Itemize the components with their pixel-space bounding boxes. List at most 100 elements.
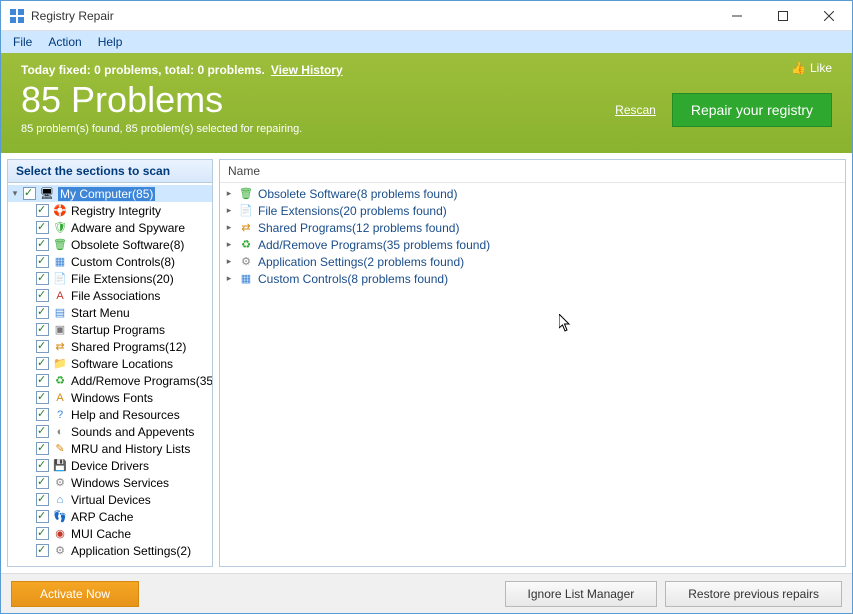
checkbox[interactable] bbox=[36, 289, 49, 302]
section-icon: ⌂ bbox=[52, 493, 68, 507]
menu-file[interactable]: File bbox=[5, 33, 40, 51]
view-history-link[interactable]: View History bbox=[271, 63, 343, 77]
tree-item[interactable]: ⇄Shared Programs(12) bbox=[8, 338, 212, 355]
expander-icon[interactable]: ▸ bbox=[224, 223, 234, 233]
sections-tree[interactable]: ▾🖥My Computer(85)🛟Registry Integrity🛡Adw… bbox=[8, 183, 212, 566]
result-row[interactable]: ▸⚙Application Settings(2 problems found) bbox=[224, 253, 841, 270]
checkbox[interactable] bbox=[36, 306, 49, 319]
expander-icon[interactable]: ▸ bbox=[224, 206, 234, 216]
checkbox[interactable] bbox=[36, 357, 49, 370]
checkbox[interactable] bbox=[36, 459, 49, 472]
expander-icon[interactable]: ▾ bbox=[10, 189, 20, 199]
tree-item-label: Help and Resources bbox=[71, 408, 180, 422]
checkbox[interactable] bbox=[36, 527, 49, 540]
activate-button[interactable]: Activate Now bbox=[11, 581, 139, 607]
result-icon: ⚙ bbox=[238, 255, 254, 269]
checkbox[interactable] bbox=[36, 510, 49, 523]
menu-action[interactable]: Action bbox=[40, 33, 89, 51]
checkbox[interactable] bbox=[36, 442, 49, 455]
tree-item-label: Windows Fonts bbox=[71, 391, 153, 405]
checkbox[interactable] bbox=[36, 425, 49, 438]
results-list[interactable]: ▸🗑Obsolete Software(8 problems found)▸📄F… bbox=[220, 183, 845, 566]
expander-icon[interactable]: ▸ bbox=[224, 257, 234, 267]
tree-item[interactable]: ✎MRU and History Lists bbox=[8, 440, 212, 457]
tree-item[interactable]: 🗑Obsolete Software(8) bbox=[8, 236, 212, 253]
section-icon: ♻ bbox=[52, 374, 68, 388]
tree-item[interactable]: ▣Startup Programs bbox=[8, 321, 212, 338]
result-row[interactable]: ▸🗑Obsolete Software(8 problems found) bbox=[224, 185, 841, 202]
tree-item[interactable]: 📁Software Locations bbox=[8, 355, 212, 372]
tree-item-label: MRU and History Lists bbox=[71, 442, 190, 456]
tree-item[interactable]: ▤Start Menu bbox=[8, 304, 212, 321]
tree-item[interactable]: 🛡Adware and Spyware bbox=[8, 219, 212, 236]
expander-icon[interactable]: ▸ bbox=[224, 274, 234, 284]
minimize-button[interactable] bbox=[714, 1, 760, 31]
result-label: Obsolete Software(8 problems found) bbox=[258, 187, 457, 201]
tree-item[interactable]: AFile Associations bbox=[8, 287, 212, 304]
tree-root[interactable]: ▾🖥My Computer(85) bbox=[8, 185, 212, 202]
section-icon: ⇄ bbox=[52, 340, 68, 354]
checkbox[interactable] bbox=[36, 374, 49, 387]
checkbox[interactable] bbox=[36, 238, 49, 251]
checkbox[interactable] bbox=[36, 340, 49, 353]
expander-icon[interactable]: ▸ bbox=[224, 189, 234, 199]
checkbox[interactable] bbox=[36, 493, 49, 506]
restore-repairs-button[interactable]: Restore previous repairs bbox=[665, 581, 842, 607]
result-row[interactable]: ▸▦Custom Controls(8 problems found) bbox=[224, 270, 841, 287]
section-icon: A bbox=[52, 391, 68, 405]
sections-header: Select the sections to scan bbox=[8, 160, 212, 183]
tree-item[interactable]: 📄File Extensions(20) bbox=[8, 270, 212, 287]
tree-item[interactable]: ⚙Application Settings(2) bbox=[8, 542, 212, 559]
result-row[interactable]: ▸⇄Shared Programs(12 problems found) bbox=[224, 219, 841, 236]
footer: Activate Now Ignore List Manager Restore… bbox=[1, 573, 852, 613]
tree-item[interactable]: ?Help and Resources bbox=[8, 406, 212, 423]
menu-help[interactable]: Help bbox=[90, 33, 131, 51]
tree-item-label: Obsolete Software(8) bbox=[71, 238, 184, 252]
tree-item-label: Startup Programs bbox=[71, 323, 165, 337]
tree-item[interactable]: 🛟Registry Integrity bbox=[8, 202, 212, 219]
rescan-link[interactable]: Rescan bbox=[615, 103, 656, 117]
checkbox[interactable] bbox=[36, 323, 49, 336]
tree-item-label: Windows Services bbox=[71, 476, 169, 490]
section-icon: A bbox=[52, 289, 68, 303]
tree-item[interactable]: ◐Sounds and Appevents bbox=[8, 423, 212, 440]
tree-item[interactable]: ♻Add/Remove Programs(35) bbox=[8, 372, 212, 389]
section-icon: 🛟 bbox=[52, 204, 68, 218]
tree-item[interactable]: ▦Custom Controls(8) bbox=[8, 253, 212, 270]
tree-item-label: ARP Cache bbox=[71, 510, 133, 524]
results-header: Name bbox=[220, 160, 845, 183]
result-icon: ♻ bbox=[238, 238, 254, 252]
maximize-button[interactable] bbox=[760, 1, 806, 31]
window-title: Registry Repair bbox=[31, 9, 714, 23]
result-label: Custom Controls(8 problems found) bbox=[258, 272, 448, 286]
ignore-list-button[interactable]: Ignore List Manager bbox=[505, 581, 658, 607]
tree-item[interactable]: 💾Device Drivers bbox=[8, 457, 212, 474]
repair-button[interactable]: Repair your registry bbox=[672, 93, 832, 127]
result-row[interactable]: ▸📄File Extensions(20 problems found) bbox=[224, 202, 841, 219]
tree-item[interactable]: 👣ARP Cache bbox=[8, 508, 212, 525]
checkbox[interactable] bbox=[36, 391, 49, 404]
result-icon: 📄 bbox=[238, 204, 254, 218]
tree-item[interactable]: ⌂Virtual Devices bbox=[8, 491, 212, 508]
checkbox[interactable] bbox=[36, 204, 49, 217]
tree-item-label: Software Locations bbox=[71, 357, 173, 371]
checkbox[interactable] bbox=[36, 476, 49, 489]
like-button[interactable]: 👍 Like bbox=[791, 61, 832, 75]
expander-icon[interactable]: ▸ bbox=[224, 240, 234, 250]
checkbox[interactable] bbox=[36, 255, 49, 268]
tree-item[interactable]: ◉MUI Cache bbox=[8, 525, 212, 542]
close-button[interactable] bbox=[806, 1, 852, 31]
checkbox[interactable] bbox=[36, 544, 49, 557]
tree-item[interactable]: ⚙Windows Services bbox=[8, 474, 212, 491]
checkbox[interactable] bbox=[36, 408, 49, 421]
checkbox[interactable] bbox=[23, 187, 36, 200]
tree-item[interactable]: AWindows Fonts bbox=[8, 389, 212, 406]
result-label: Add/Remove Programs(35 problems found) bbox=[258, 238, 490, 252]
result-row[interactable]: ▸ ♻ Add/Remove Programs(35 problems found) bbox=[224, 236, 841, 253]
result-label: Shared Programs(12 problems found) bbox=[258, 221, 459, 235]
app-icon bbox=[9, 8, 25, 24]
checkbox[interactable] bbox=[36, 221, 49, 234]
results-panel: Name ▸🗑Obsolete Software(8 problems foun… bbox=[219, 159, 846, 567]
section-icon: ▤ bbox=[52, 306, 68, 320]
checkbox[interactable] bbox=[36, 272, 49, 285]
